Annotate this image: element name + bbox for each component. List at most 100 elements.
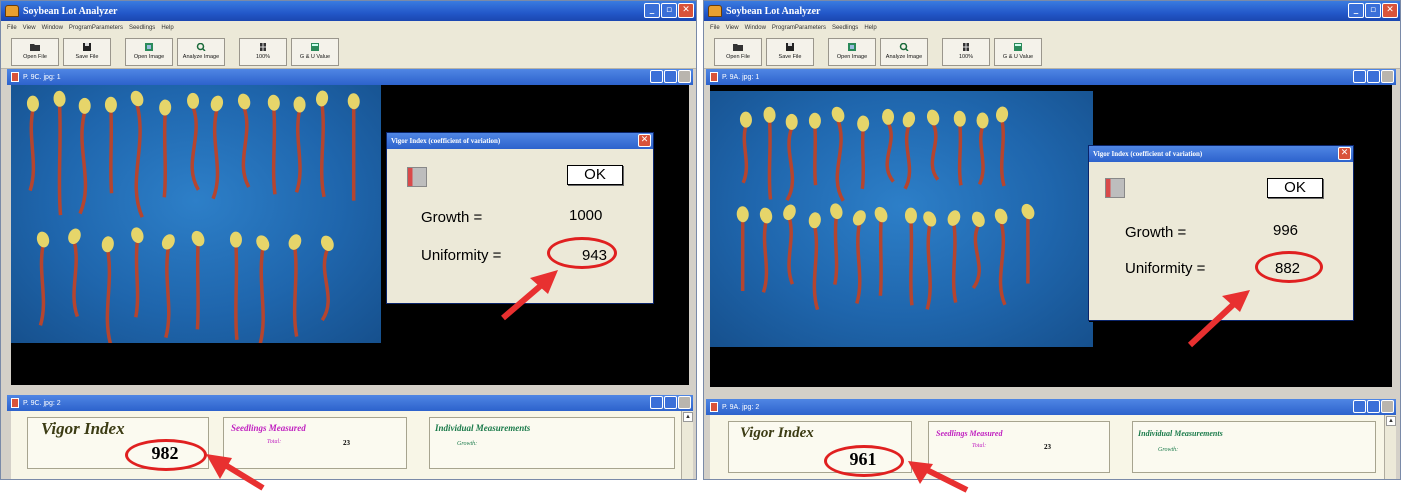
gu-value-button[interactable]: G & U Value [994,37,1042,66]
growth-label: Growth = [1125,224,1187,241]
minimize-icon[interactable] [1353,70,1366,83]
close-icon[interactable]: ✕ [1382,3,1398,18]
gu-value-button[interactable]: G & U Value [291,37,339,66]
seedling-seed [210,95,224,112]
seedling-root [190,106,200,191]
minimize-icon[interactable]: _ [1348,3,1364,18]
ok-button[interactable]: OK [1267,178,1323,198]
zoom-100-button[interactable]: 100% [942,37,990,66]
seedlings-measured-title: Seedlings Measured [231,423,306,433]
maximize-icon[interactable] [664,396,677,409]
open-file-button[interactable]: Open File [11,37,59,66]
menu-file[interactable]: File [710,25,720,31]
menu-bar: File View Window ProgramParameters Seedl… [1,21,696,35]
maximize-icon[interactable]: ▫ [661,3,677,18]
close-icon[interactable] [678,70,691,83]
calculator-icon [311,43,319,51]
seedling-root [741,125,749,184]
seedling-seed [785,113,798,130]
uniformity-highlight-oval [1255,251,1323,283]
scroll-up-icon[interactable]: ▲ [1386,416,1396,426]
left-app-window: Soybean Lot Analyzer _ ▫ ✕ File View Win… [0,0,697,480]
seedling-root [957,124,963,186]
menu-seedlings[interactable]: Seedlings [832,25,858,31]
menu-window[interactable]: Window [42,25,63,31]
menu-help[interactable]: Help [864,25,876,31]
minimize-icon[interactable] [1353,400,1366,413]
maximize-icon[interactable] [1367,70,1380,83]
app-title: Soybean Lot Analyzer [23,5,118,17]
folder-icon [733,44,743,51]
seedling-root [785,127,795,202]
image-window-title-bar: P. 9C. jpg: 1 [7,69,693,85]
image-window-title: P. 9C. jpg: 1 [23,73,61,81]
seedling-root [930,122,940,181]
analyze-image-button[interactable]: Analyze Image [177,37,225,66]
menu-file[interactable]: File [7,25,17,31]
seedlings-measured-title: Seedlings Measured [936,429,1003,438]
open-image-button[interactable]: Open Image [828,37,876,66]
seedling-seed [68,228,81,245]
menu-seedlings[interactable]: Seedlings [129,25,155,31]
seedling-seed [902,111,916,128]
seedling-seed [994,208,1008,225]
document-icon [11,72,19,82]
seedling-seed [131,227,144,244]
seedling-root [767,120,773,200]
maximize-icon[interactable]: ▫ [1365,3,1381,18]
scroll-up-icon[interactable]: ▲ [683,412,693,422]
seedling-root [72,241,80,318]
image-window-title: P. 9A. jpg: 1 [722,73,760,81]
seedling-seed [808,212,821,229]
menu-help[interactable]: Help [161,25,173,31]
vigor-index-dialog: Vigor Index (coefficient of variation) ✕… [1088,145,1354,321]
seedling-root [833,217,839,285]
save-file-button[interactable]: Save File [63,37,111,66]
close-icon[interactable] [678,396,691,409]
results-window: P. 9A. jpg: 2 Vigor Index 961 Seedlings … [706,399,1396,479]
toolbar: Open File Save File Open Image Analyze I… [1,35,696,69]
zoom-100-button[interactable]: 100% [239,37,287,66]
individual-measurements-title: Individual Measurements [1138,429,1223,438]
seedling-root [999,120,1006,187]
minimize-icon[interactable] [650,70,663,83]
close-icon[interactable]: ✕ [678,3,694,18]
maximize-icon[interactable] [664,70,677,83]
app-title: Soybean Lot Analyzer [726,5,821,17]
menu-program-parameters[interactable]: ProgramParameters [772,25,826,31]
analyze-image-button[interactable]: Analyze Image [880,37,928,66]
seedling-root [234,245,239,340]
seedlings-illustration [736,106,1035,311]
seedling-seed [739,111,752,128]
menu-program-parameters[interactable]: ProgramParameters [69,25,123,31]
close-icon[interactable] [1381,400,1394,413]
seedling-root [878,220,883,296]
seedling-root [105,249,113,345]
close-icon[interactable]: ✕ [1338,147,1351,160]
seedling-root [162,113,168,198]
analyze-image-label: Analyze Image [885,54,923,60]
close-icon[interactable]: ✕ [638,134,651,147]
seedling-seed [759,207,773,224]
seedling-root [787,217,795,285]
results-scrollbar[interactable]: ▲ [681,411,693,479]
seedling-root [813,126,818,186]
image-window-title-bar: P. 9A. jpg: 1 [706,69,1396,85]
menu-view[interactable]: View [726,25,739,31]
close-icon[interactable] [1381,70,1394,83]
menu-window[interactable]: Window [745,25,766,31]
open-file-button[interactable]: Open File [714,37,762,66]
seedling-seed [882,108,895,125]
seedling-seed [971,211,985,227]
open-image-button[interactable]: Open Image [125,37,173,66]
seedling-root [271,108,277,195]
minimize-icon[interactable] [650,396,663,409]
menu-view[interactable]: View [23,25,36,31]
results-scrollbar[interactable]: ▲ [1384,415,1396,479]
growth-field-label: Growth: [1158,447,1179,453]
seedling-root [241,106,251,188]
ok-button[interactable]: OK [567,165,623,185]
save-file-button[interactable]: Save File [766,37,814,66]
maximize-icon[interactable] [1367,400,1380,413]
minimize-icon[interactable]: _ [644,3,660,18]
